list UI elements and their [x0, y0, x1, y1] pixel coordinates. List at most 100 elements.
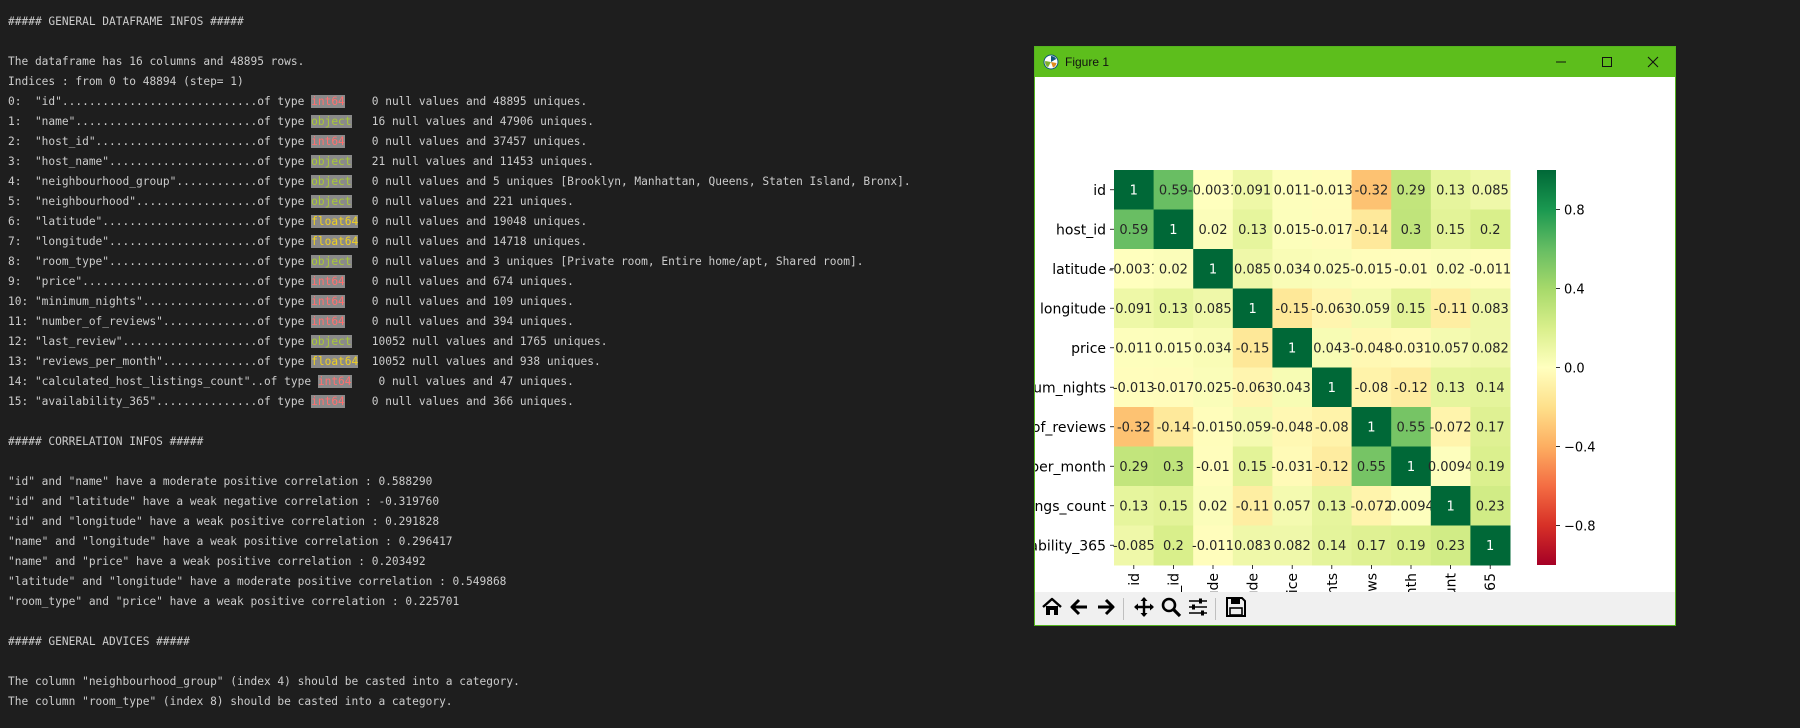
row-label: of_reviews	[1035, 420, 1106, 436]
back-button[interactable]	[1066, 596, 1092, 622]
cell-annotation: 0.02	[1199, 223, 1228, 238]
dtype-badge: int64	[311, 135, 345, 148]
heatmap-cells: 1 0.59 -0.00310.091 0.011 -0.013 -0.32 0.29 0.1…	[1109, 170, 1511, 566]
console-line: 4: "neighbourhood_group"............of t…	[8, 172, 911, 192]
console-line: "id" and "name" have a moderate positive…	[8, 475, 433, 488]
subplots-button[interactable]	[1185, 596, 1211, 622]
cell-annotation: 0.043	[1313, 341, 1350, 356]
row-label: per_month	[1035, 459, 1106, 475]
cell-annotation: -0.015	[1350, 262, 1392, 277]
cell-annotation: -0.011	[1192, 539, 1234, 554]
cell-annotation: -0.031	[1390, 341, 1432, 356]
row-label: ability_365	[1035, 538, 1106, 554]
cell-annotation: 0.083	[1472, 302, 1509, 317]
cell-annotation: 0.2	[1480, 223, 1501, 238]
cell-annotation: 0.034	[1194, 341, 1231, 356]
colorbar-tick-label: 0.8	[1564, 204, 1585, 219]
close-button[interactable]	[1630, 47, 1676, 77]
home-button[interactable]	[1039, 596, 1065, 622]
magnifier-icon	[1160, 596, 1182, 622]
cell-annotation: -0.063	[1232, 381, 1274, 396]
colorbar-tick-label: −0.4	[1564, 441, 1596, 456]
minimize-button[interactable]	[1538, 47, 1584, 77]
home-icon	[1041, 596, 1063, 622]
console-text: 0 null values and 37457 uniques.	[344, 135, 588, 148]
console-text: 0 null values and 48895 uniques.	[344, 95, 588, 108]
console-line: 12: "last_review"....................of …	[8, 332, 607, 352]
console-line: 11: "number_of_reviews"..............of …	[8, 312, 574, 332]
plot-area[interactable]: 1 0.59 -0.0031 0.091 0.011 -0.013 -0.32 0.29 0.1…	[1035, 77, 1675, 592]
console-text: 1: "name"...........................of t…	[8, 115, 312, 128]
cell-annotation: 0.02	[1159, 262, 1188, 277]
dtype-badge: int64	[311, 95, 345, 108]
cell-annotation: 1	[1407, 460, 1415, 475]
cell-annotation: 0.085	[1194, 302, 1231, 317]
console-line: "latitude" and "longitude" have a modera…	[8, 575, 507, 588]
cell-annotation: -0.017	[1152, 381, 1194, 396]
console-text: 14: "calculated_host_listings_count"..of…	[8, 375, 318, 388]
console-line: ##### GENERAL DATAFRAME INFOS #####	[8, 15, 244, 28]
column-label: _count	[1444, 572, 1460, 592]
cell-annotation: -0.01	[1196, 460, 1230, 475]
dtype-badge: int64	[311, 295, 345, 308]
cell-annotation: -0.14	[1355, 223, 1389, 238]
cell-annotation: 1	[1130, 183, 1138, 198]
dtype-badge: float64	[311, 215, 359, 228]
cell-annotation: -0.12	[1394, 381, 1428, 396]
cell-annotation: -0.072	[1350, 499, 1392, 514]
cell-annotation: 0.29	[1397, 183, 1426, 198]
window-title: Figure 1	[1065, 55, 1110, 69]
cell-annotation: 0.14	[1317, 539, 1346, 554]
cell-annotation: 0.17	[1476, 420, 1505, 435]
console-line: The column "neighbourhood_group" (index …	[8, 675, 520, 688]
console-text: 3: "host_name"......................of t…	[8, 155, 312, 168]
cell-annotation: 0.19	[1476, 460, 1505, 475]
console-text: 0 null values and 5 uniques [Brooklyn, M…	[351, 175, 911, 188]
dtype-badge: float64	[311, 235, 359, 248]
console-text: 15: "availability_365"...............of …	[8, 395, 312, 408]
matplotlib-icon	[1043, 54, 1059, 70]
cell-annotation: 0.14	[1476, 381, 1505, 396]
console-text: 10052 null values and 1765 uniques.	[351, 335, 608, 348]
cell-annotation: 0.15	[1397, 302, 1426, 317]
console-line: 10: "minimum_nights".................of …	[8, 292, 574, 312]
cell-annotation: 0.011	[1115, 341, 1152, 356]
title-bar[interactable]: Figure 1	[1035, 47, 1675, 77]
cell-annotation: 0.13	[1238, 223, 1267, 238]
cell-annotation: 0.082	[1472, 341, 1509, 356]
console-text: 0 null values and 109 uniques.	[344, 295, 574, 308]
pan-button[interactable]	[1131, 596, 1157, 622]
console-line: 6: "latitude".......................of t…	[8, 212, 587, 232]
zoom-button[interactable]	[1158, 596, 1184, 622]
sliders-icon	[1187, 596, 1209, 622]
dtype-badge: object	[311, 115, 352, 128]
console-text: 9: "price"..........................of t…	[8, 275, 312, 288]
cell-annotation: -0.08	[1315, 420, 1349, 435]
dtype-badge: int64	[311, 315, 345, 328]
cell-annotation: 0.59	[1159, 183, 1188, 198]
cell-annotation: 0.059	[1234, 420, 1271, 435]
save-button[interactable]	[1223, 596, 1249, 622]
console-text: 0 null values and 394 uniques.	[344, 315, 574, 328]
row-label: host_id	[1056, 222, 1106, 238]
console-line: The dataframe has 16 columns and 48895 r…	[8, 55, 305, 68]
cell-annotation: 0.23	[1436, 539, 1465, 554]
dtype-badge: float64	[311, 355, 359, 368]
column-label: price	[1285, 573, 1301, 592]
cell-annotation: -0.072	[1430, 420, 1472, 435]
cell-annotation: 1	[1486, 539, 1494, 554]
console-text: 5: "neighbourhood"..................of t…	[8, 195, 312, 208]
maximize-button[interactable]	[1584, 47, 1630, 77]
cell-annotation: 0.13	[1436, 381, 1465, 396]
column-label: atitude	[1206, 573, 1222, 592]
cell-annotation: 0.057	[1274, 499, 1311, 514]
console-text: 21 null values and 11453 uniques.	[351, 155, 595, 168]
cell-annotation: -0.32	[1355, 183, 1389, 198]
cell-annotation: -0.015	[1192, 420, 1234, 435]
console-text: 0 null values and 674 uniques.	[344, 275, 574, 288]
console-line: 1: "name"...........................of t…	[8, 112, 594, 132]
cell-annotation: -0.01	[1394, 262, 1428, 277]
cell-annotation: 0.15	[1436, 223, 1465, 238]
forward-button[interactable]	[1093, 596, 1119, 622]
maximize-icon	[1601, 53, 1613, 72]
